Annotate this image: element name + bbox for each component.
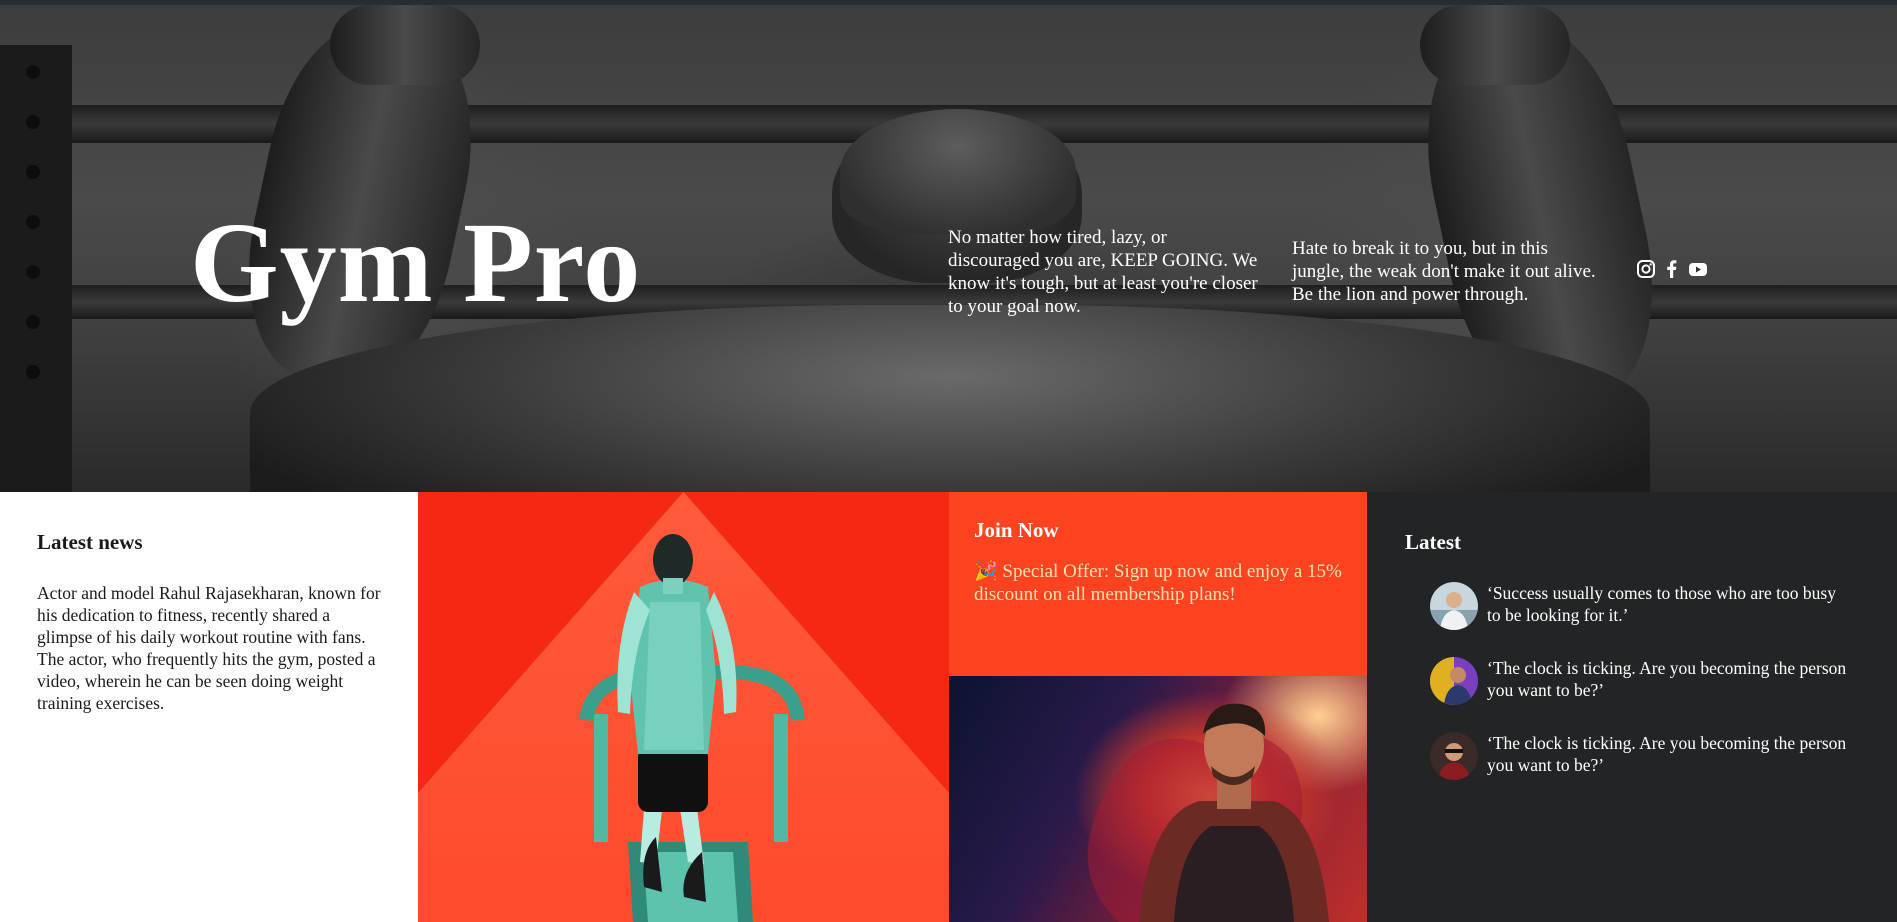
avatar: [1430, 657, 1478, 705]
facebook-icon[interactable]: [1662, 259, 1682, 279]
latest-news-heading: Latest news: [37, 530, 143, 554]
latest-item-text: ‘The clock is ticking. Are you becoming …: [1487, 733, 1847, 775]
join-now-heading[interactable]: Join Now: [974, 518, 1059, 543]
avatar: [1430, 582, 1478, 630]
latest-item[interactable]: ‘The clock is ticking. Are you becoming …: [1430, 657, 1850, 705]
youtube-icon[interactable]: [1688, 259, 1708, 279]
latest-item[interactable]: ‘The clock is ticking. Are you becoming …: [1430, 732, 1850, 780]
latest-heading: Latest: [1405, 530, 1461, 554]
latest-item-text: ‘The clock is ticking. Are you becoming …: [1487, 658, 1847, 700]
social-links: [1636, 259, 1708, 279]
latest-news-body: Actor and model Rahul Rajasekharan, know…: [37, 583, 381, 713]
hero-quote-2: Hate to break it to you, but in this jun…: [1292, 238, 1596, 305]
athlete-promo-image: [949, 676, 1367, 922]
join-now-panel: Join Now 🎉 Special Offer: Sign up now an…: [949, 492, 1367, 676]
latest-quotes-section: Latest ‘Success usually comes to those w…: [1367, 492, 1897, 922]
rack-post: [0, 45, 72, 492]
instagram-icon[interactable]: [1636, 259, 1656, 279]
hero-banner: Gym Pro No matter how tired, lazy, or di…: [0, 5, 1897, 492]
latest-item-text: ‘Success usually comes to those who are …: [1487, 583, 1836, 625]
latest-news-section: Latest news Actor and model Rahul Rajase…: [0, 492, 418, 922]
treadmill-runner-image: [418, 492, 949, 922]
latest-item[interactable]: ‘Success usually comes to those who are …: [1430, 582, 1850, 630]
avatar: [1430, 732, 1478, 780]
site-logo-title[interactable]: Gym Pro: [190, 206, 641, 320]
hero-quote-1: No matter how tired, lazy, or discourage…: [948, 227, 1258, 317]
special-offer-text: 🎉 Special Offer: Sign up now and enjoy a…: [974, 561, 1342, 605]
